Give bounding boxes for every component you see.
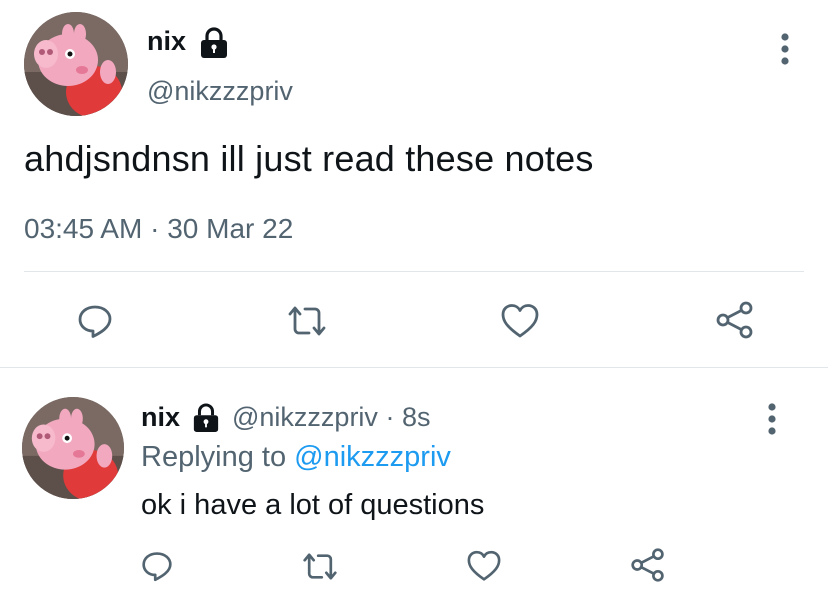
retweet-icon[interactable] — [287, 305, 327, 337]
avatar[interactable] — [22, 397, 124, 499]
tweet-text: ok i have a lot of questions — [141, 489, 485, 521]
user-handle[interactable]: @nikzzzpriv — [147, 76, 293, 107]
more-options-icon[interactable] — [777, 32, 793, 71]
replying-label: Replying to — [141, 441, 287, 473]
reply-meta: @nikzzzpriv · 8s — [232, 402, 431, 433]
tweet-text: ahdjsndnsn ill just read these notes — [24, 138, 594, 179]
display-name[interactable]: nix — [147, 26, 186, 57]
replying-to: Replying to @nikzzzpriv — [141, 441, 451, 474]
more-options-icon[interactable] — [764, 402, 780, 441]
replying-handle-link[interactable]: @nikzzzpriv — [294, 441, 451, 473]
tweet-date: 30 Mar 22 — [167, 213, 294, 244]
tweet-timestamp[interactable]: 03:45 AM · 30 Mar 22 — [24, 213, 293, 245]
like-icon[interactable] — [501, 303, 539, 339]
reply-header: nix — [141, 402, 180, 433]
retweet-icon[interactable] — [302, 552, 338, 581]
lock-icon — [192, 403, 220, 433]
avatar[interactable] — [24, 12, 128, 116]
peppa-pig-avatar-icon — [24, 12, 128, 116]
divider — [24, 271, 804, 272]
reply-icon[interactable] — [77, 303, 113, 339]
like-icon[interactable] — [467, 550, 501, 582]
tweet-age[interactable]: 8s — [402, 402, 431, 432]
peppa-pig-avatar-icon — [22, 397, 124, 499]
reply-icon[interactable] — [141, 550, 173, 582]
share-icon[interactable] — [715, 300, 755, 340]
meta-separator: · — [385, 402, 395, 432]
meta-separator: · — [150, 213, 160, 244]
tweet-divider — [0, 367, 828, 368]
display-name[interactable]: nix — [141, 402, 180, 432]
tweet-time: 03:45 AM — [24, 213, 143, 244]
user-handle[interactable]: @nikzzzpriv — [232, 402, 378, 432]
share-icon[interactable] — [630, 547, 666, 583]
lock-icon — [199, 27, 229, 59]
